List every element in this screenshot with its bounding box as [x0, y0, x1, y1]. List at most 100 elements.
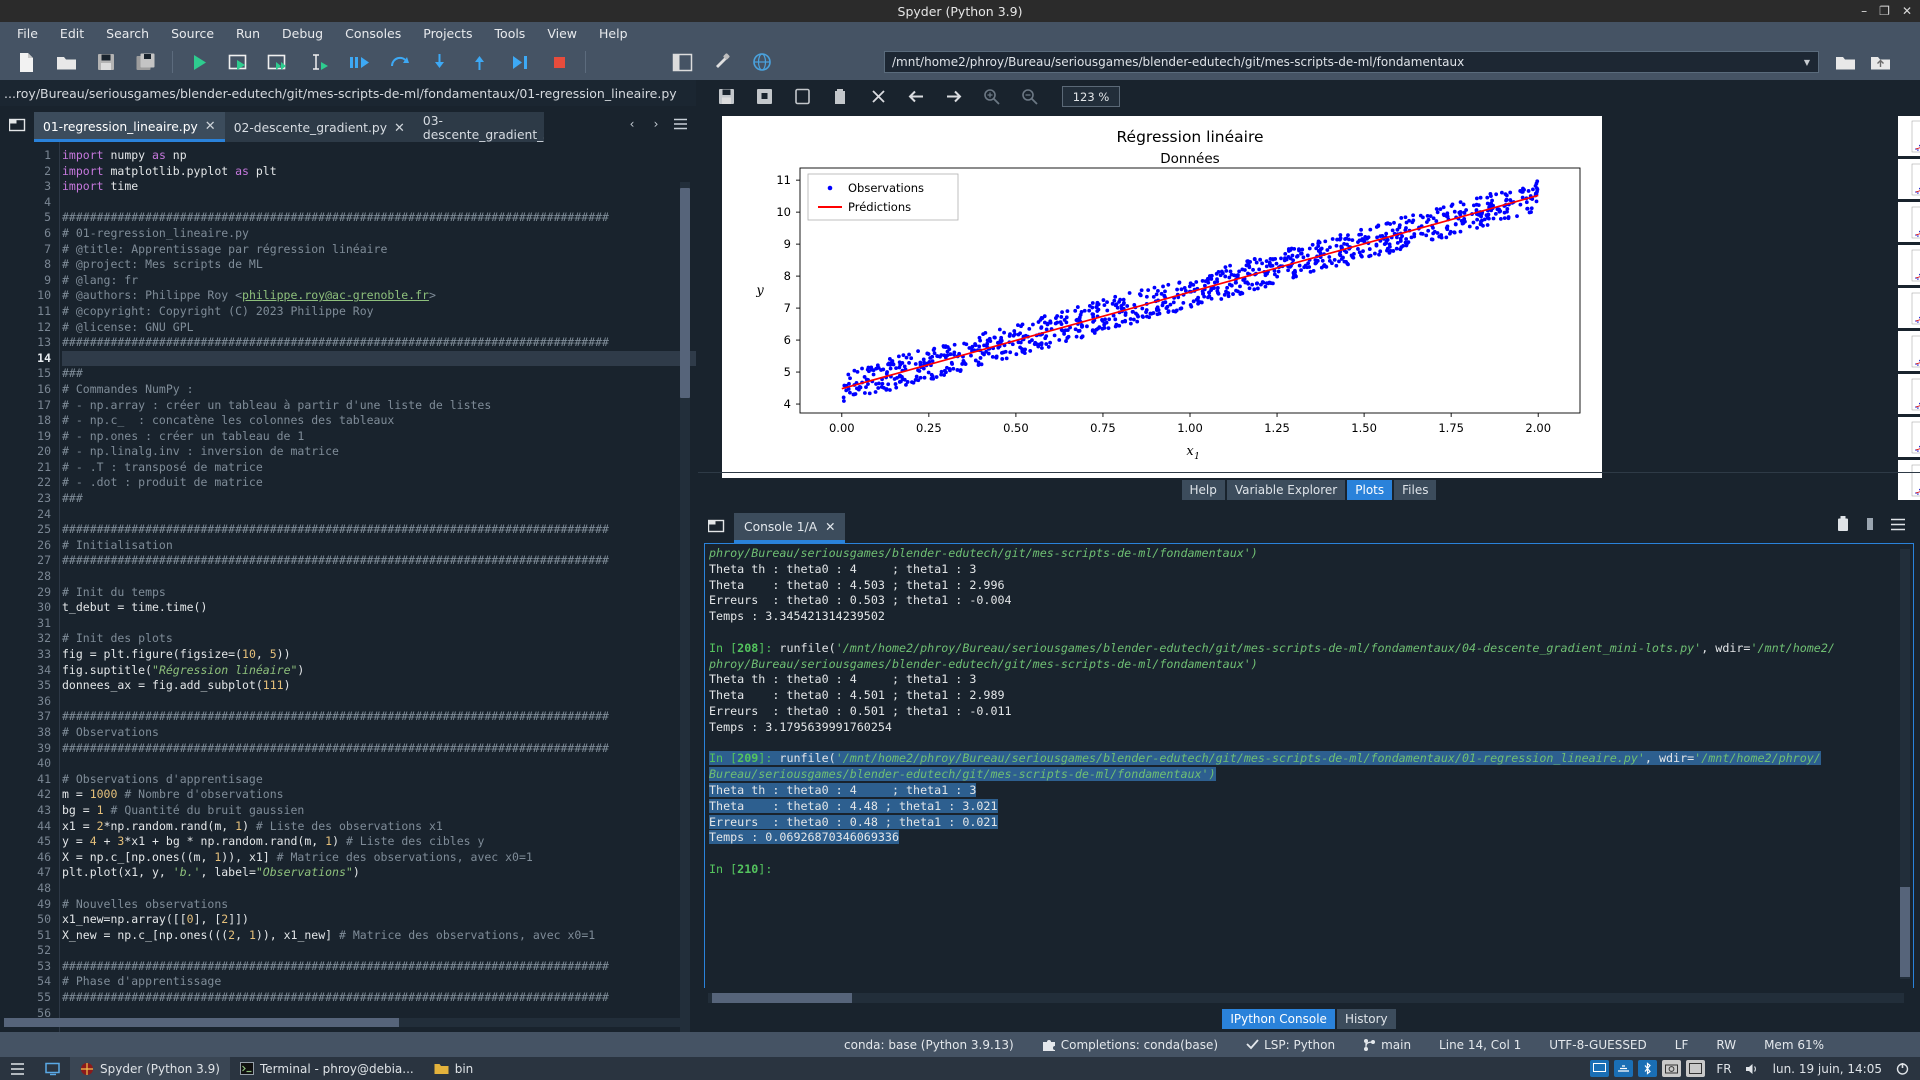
hamburger-icon[interactable]	[669, 109, 691, 139]
code-line[interactable]: # - np.ones : créer un tableau de 1	[62, 429, 696, 445]
show-desktop-button[interactable]	[35, 1057, 70, 1080]
debug-step-into-icon[interactable]	[419, 46, 459, 78]
close-button[interactable]: ✕	[1902, 0, 1912, 22]
tab-variable-explorer[interactable]: Variable Explorer	[1226, 480, 1346, 500]
start-menu-button[interactable]	[0, 1057, 35, 1080]
code-line[interactable]: ########################################…	[62, 522, 696, 538]
console-horizontal-scrollbar-thumb[interactable]	[712, 993, 852, 1003]
menu-item-consoles[interactable]: Consoles	[334, 23, 412, 44]
console-vertical-scrollbar-thumb[interactable]	[1900, 887, 1910, 977]
save-file-icon[interactable]	[86, 46, 126, 78]
code-line[interactable]: # @project: Mes scripts de ML	[62, 257, 696, 273]
code-line[interactable]: ########################################…	[62, 709, 696, 725]
debug-step-return-icon[interactable]	[459, 46, 499, 78]
code-line[interactable]: import numpy as np	[62, 148, 696, 164]
code-line[interactable]: # @authors: Philippe Roy <philippe.roy@a…	[62, 288, 696, 304]
maximize-button[interactable]: ❐	[1879, 0, 1890, 22]
tab-ipython-console[interactable]: IPython Console	[1222, 1009, 1335, 1029]
save-all-icon[interactable]	[126, 46, 166, 78]
code-line[interactable]: plt.plot(x1, y, 'b.', label="Observation…	[62, 865, 696, 881]
clock[interactable]: lun. 19 juin, 14:05	[1767, 1057, 1888, 1080]
code-line[interactable]: fig = plt.figure(figsize=(10, 5))	[62, 647, 696, 663]
menu-item-file[interactable]: File	[6, 23, 49, 44]
tab-history[interactable]: History	[1336, 1009, 1396, 1029]
debug-continue-icon[interactable]	[499, 46, 539, 78]
code-line[interactable]: # Commandes NumPy :	[62, 382, 696, 398]
plot-thumbnail[interactable]	[1898, 159, 1920, 199]
code-line[interactable]: # @lang: fr	[62, 273, 696, 289]
plot-thumbnail[interactable]	[1898, 331, 1920, 371]
pythonpath-icon[interactable]	[742, 46, 782, 78]
code-line[interactable]: # - .dot : produit de matrice	[62, 475, 696, 491]
zoom-out-icon[interactable]	[1012, 84, 1048, 110]
code-line[interactable]: ########################################…	[62, 990, 696, 1006]
code-line[interactable]: # @license: GNU GPL	[62, 320, 696, 336]
tab-plots[interactable]: Plots	[1347, 480, 1393, 500]
file-list-icon[interactable]	[0, 106, 34, 142]
code-line[interactable]	[62, 943, 696, 959]
preferences-icon[interactable]	[702, 46, 742, 78]
tab-help[interactable]: Help	[1181, 480, 1225, 500]
code-line[interactable]: # Phase d'apprentissage	[62, 974, 696, 990]
open-file-icon[interactable]	[46, 46, 86, 78]
options-hamburger-icon[interactable]	[1890, 516, 1906, 535]
run-file-icon[interactable]	[179, 46, 219, 78]
taskbar-item-terminal[interactable]: Terminal - phroy@debia...	[230, 1057, 424, 1080]
debug-stop-icon[interactable]	[539, 46, 579, 78]
clear-plots-icon[interactable]	[860, 84, 896, 110]
code-line[interactable]	[62, 569, 696, 585]
window-icon[interactable]	[1686, 1060, 1706, 1077]
interrupt-kernel-icon[interactable]	[1864, 516, 1876, 535]
code-text[interactable]: import numpy as np import matplotlib.pypl…	[62, 142, 696, 1032]
run-cell-icon[interactable]	[219, 46, 259, 78]
code-line[interactable]: ########################################…	[62, 959, 696, 975]
maximize-pane-icon[interactable]	[662, 46, 702, 78]
code-line[interactable]	[62, 350, 696, 367]
console-output[interactable]: phroy/Bureau/seriousgames/blender-edutec…	[704, 543, 1914, 988]
console-horizontal-scrollbar-track[interactable]	[708, 993, 1904, 1003]
code-line[interactable]: import time	[62, 179, 696, 195]
plot-thumbnail[interactable]	[1898, 374, 1920, 414]
plot-thumbnail[interactable]	[1898, 288, 1920, 328]
code-line[interactable]: donnees_ax = fig.add_subplot(111)	[62, 678, 696, 694]
menu-item-projects[interactable]: Projects	[412, 23, 483, 44]
code-line[interactable]: ########################################…	[62, 210, 696, 226]
code-line[interactable]: # - np.c_ : concatène les colonnes des t…	[62, 413, 696, 429]
code-line[interactable]	[62, 756, 696, 772]
bluetooth-icon[interactable]	[1638, 1060, 1658, 1077]
minimize-button[interactable]: –	[1861, 0, 1867, 22]
code-line[interactable]: ###	[62, 491, 696, 507]
menu-item-tools[interactable]: Tools	[484, 23, 537, 44]
code-line[interactable]: bg = 1 # Quantité du bruit gaussien	[62, 803, 696, 819]
previous-plot-icon[interactable]	[898, 84, 934, 110]
plot-thumbnail[interactable]	[1898, 202, 1920, 242]
menu-item-edit[interactable]: Edit	[49, 23, 95, 44]
console-tab-1a[interactable]: Console 1/A ✕	[734, 513, 846, 543]
plot-thumbnail[interactable]	[1898, 417, 1920, 457]
run-cell-advance-icon[interactable]	[259, 46, 299, 78]
menu-item-run[interactable]: Run	[225, 23, 271, 44]
close-icon[interactable]: ✕	[825, 520, 835, 534]
chevron-down-icon[interactable]: ▼	[1800, 52, 1814, 72]
new-console-icon[interactable]	[698, 507, 734, 543]
screenshot-icon[interactable]	[1662, 1060, 1682, 1077]
code-line[interactable]: ########################################…	[62, 335, 696, 351]
code-line[interactable]: # Init du temps	[62, 585, 696, 601]
network-icon[interactable]	[1614, 1060, 1634, 1077]
editor-tab-01-regression-lineaire[interactable]: 01-regression_lineaire.py ✕	[34, 112, 225, 142]
duplicate-plot-icon[interactable]	[784, 84, 820, 110]
code-line[interactable]: # - .T : transposé de matrice	[62, 460, 696, 476]
zoom-in-icon[interactable]	[974, 84, 1010, 110]
editor-horizontal-scrollbar-thumb[interactable]	[4, 1018, 399, 1027]
working-directory-field[interactable]: /mnt/home2/phroy/Bureau/seriousgames/ble…	[884, 51, 1819, 73]
code-line[interactable]: fig.suptitle("Régression linéaire")	[62, 663, 696, 679]
new-file-icon[interactable]	[6, 46, 46, 78]
code-line[interactable]: # - np.array : créer un tableau à partir…	[62, 398, 696, 414]
code-line[interactable]	[62, 694, 696, 710]
power-icon[interactable]	[1893, 1060, 1912, 1077]
plot-thumbnail-list[interactable]	[1894, 116, 1920, 502]
code-line[interactable]: # - np.linalg.inv : inversion de matrice	[62, 444, 696, 460]
code-line[interactable]: # @title: Apprentissage par régression l…	[62, 242, 696, 258]
code-line[interactable]: t_debut = time.time()	[62, 600, 696, 616]
save-plot-icon[interactable]	[708, 84, 744, 110]
